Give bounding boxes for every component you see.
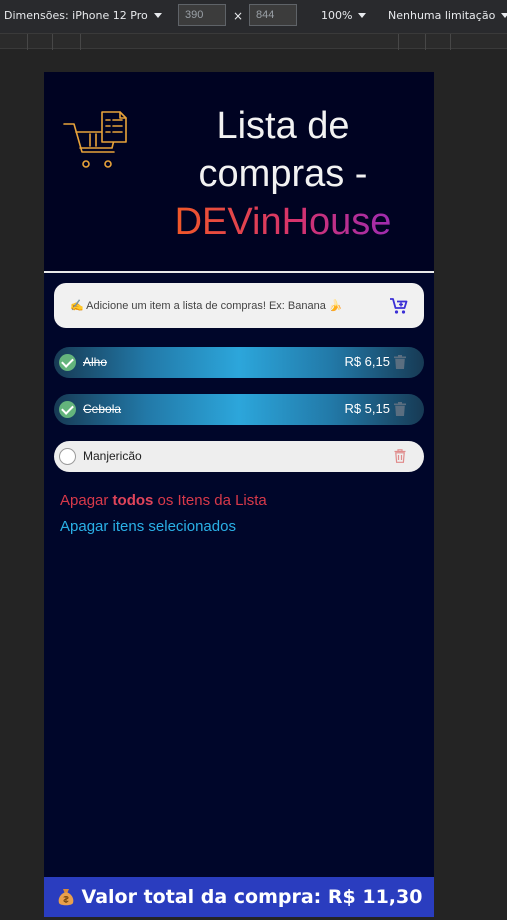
device-viewport: Lista de compras - DEVinHouse Alho R$ 6,… — [44, 72, 434, 917]
delete-all-emphasis: todos — [112, 492, 154, 509]
device-select[interactable]: Dimensões: iPhone 12 Pro — [4, 9, 162, 22]
delete-selected-link[interactable]: Apagar itens selecionados — [60, 518, 236, 535]
times-symbol: × — [233, 9, 244, 23]
total-label: Valor total da compra: R$ 11,30 — [81, 886, 423, 908]
add-item-input[interactable] — [70, 296, 370, 316]
title-line-1: Lista de — [216, 105, 350, 147]
delete-all-prefix: Apagar — [60, 492, 113, 509]
ruler-divider — [27, 34, 28, 50]
item-name: Manjericão — [83, 449, 142, 463]
throttle-select[interactable]: Nenhuma limitação — [388, 9, 507, 22]
list-item: Manjericão — [54, 441, 424, 472]
width-input[interactable] — [178, 4, 226, 26]
page-header: Lista de compras - DEVinHouse — [44, 72, 434, 272]
delete-all-suffix: os Itens da Lista — [153, 492, 267, 509]
item-name: Cebola — [83, 402, 122, 416]
money-bag-icon — [58, 889, 73, 906]
ruler-divider — [80, 34, 81, 50]
chevron-down-icon — [501, 13, 507, 18]
item-checkbox[interactable] — [59, 401, 76, 418]
height-input[interactable] — [249, 4, 297, 26]
total-bar: Valor total da compra: R$ 11,30 — [44, 877, 434, 917]
chevron-down-icon — [153, 13, 162, 18]
ruler-divider — [450, 34, 451, 50]
media-query-ruler — [0, 33, 507, 50]
trash-icon[interactable] — [394, 355, 406, 369]
trash-icon[interactable] — [394, 402, 406, 416]
zoom-label: 100% — [321, 9, 353, 22]
item-checkbox[interactable] — [59, 354, 76, 371]
devtools-device-toolbar: Dimensões: iPhone 12 Pro × 100% Nenhuma … — [0, 0, 507, 33]
title-line-2: compras - — [198, 153, 368, 195]
item-price: R$ 5,15 — [344, 401, 390, 416]
item-name: Alho — [83, 355, 108, 369]
header-divider — [44, 271, 434, 273]
ruler-divider — [52, 34, 53, 50]
page-title: Lista de compras - DEVinHouse — [168, 102, 398, 246]
list-item: Alho R$ 6,15 — [54, 347, 424, 378]
delete-all-link[interactable]: Apagar todos os Itens da Lista — [60, 492, 267, 509]
device-label: Dimensões: iPhone 12 Pro — [4, 9, 148, 22]
trash-icon[interactable] — [394, 449, 406, 463]
list-item: Cebola R$ 5,15 — [54, 394, 424, 425]
item-checkbox[interactable] — [59, 448, 76, 465]
item-price: R$ 6,15 — [344, 354, 390, 369]
add-item-bar — [54, 283, 424, 328]
zoom-select[interactable]: 100% — [321, 9, 367, 22]
throttle-label: Nenhuma limitação — [388, 9, 496, 22]
add-to-cart-icon[interactable] — [389, 296, 409, 316]
shopping-cart-list-icon — [63, 111, 127, 168]
ruler-divider — [398, 34, 399, 50]
title-brand: DEVinHouse — [168, 198, 398, 246]
chevron-down-icon — [358, 13, 367, 18]
ruler-divider — [425, 34, 426, 50]
